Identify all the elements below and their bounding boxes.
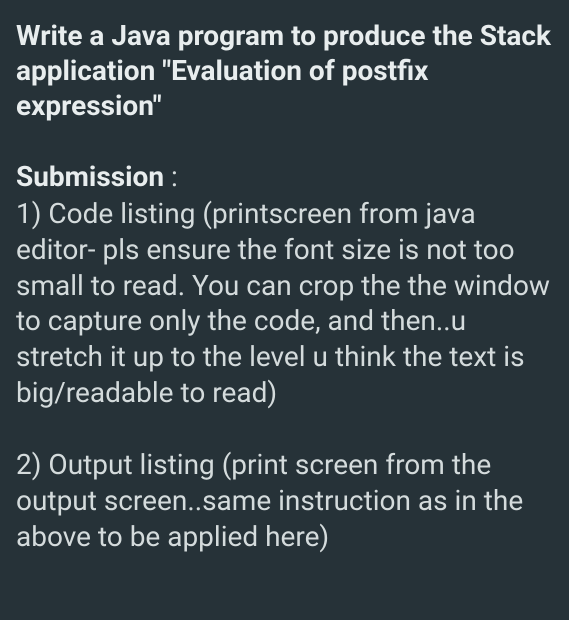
submission-item-2: 2) Output listing (print screen from the… (16, 447, 553, 554)
submission-heading: Submission : (16, 159, 553, 194)
submission-colon: : (164, 160, 178, 193)
submission-label: Submission (16, 160, 164, 193)
assignment-title: Write a Java program to produce the Stac… (16, 18, 553, 123)
submission-item-1: 1) Code listing (printscreen from java e… (16, 196, 553, 411)
